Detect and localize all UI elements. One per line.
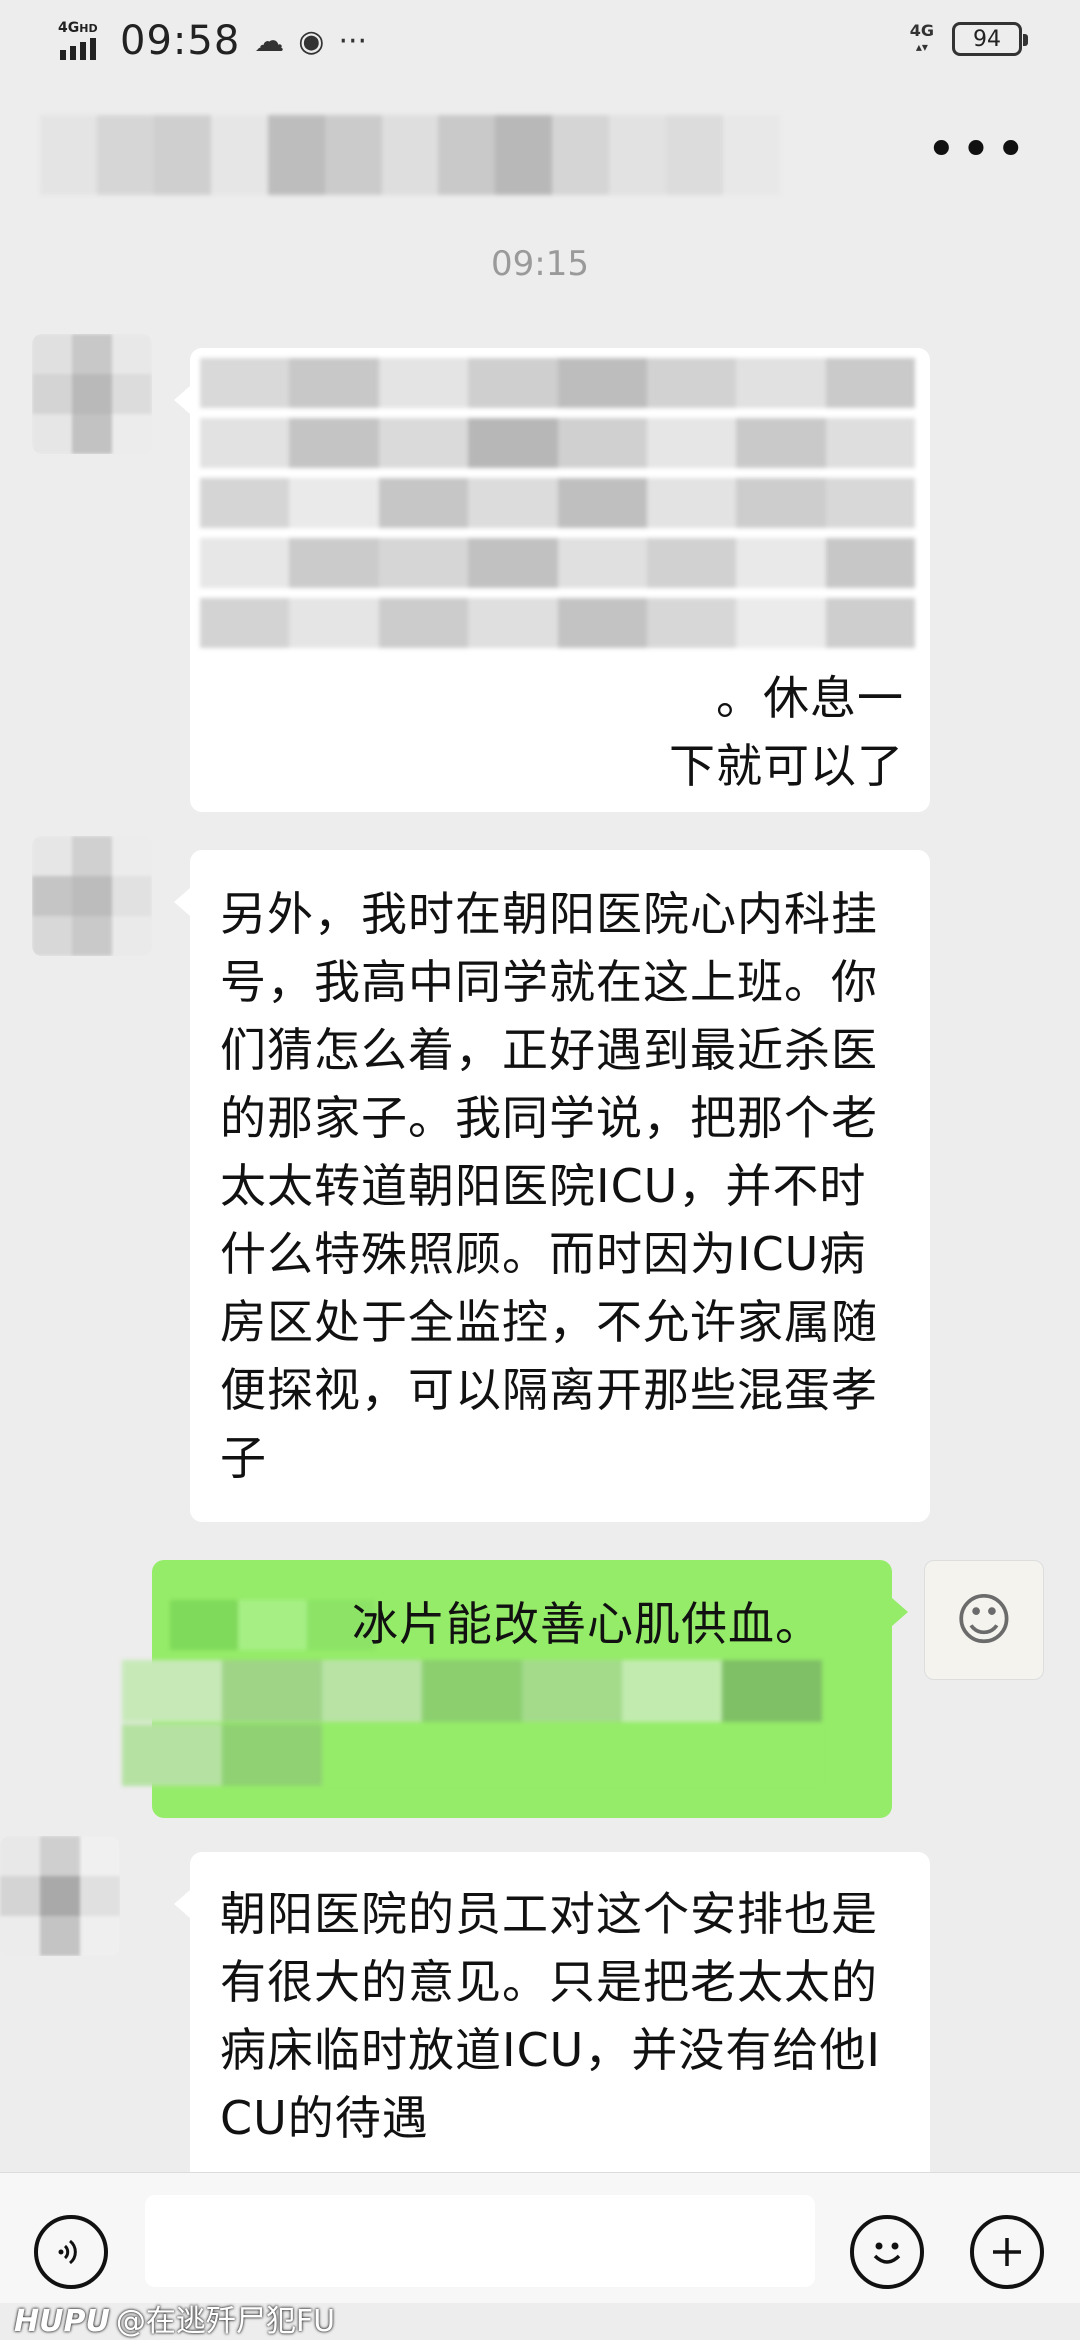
message-text: 冰片能改善心肌供血。 [352, 1597, 822, 1651]
plus-icon[interactable] [970, 2215, 1044, 2289]
network-type-label: 4GHD [58, 20, 98, 36]
message-bubble-sent[interactable]: 冰片能改善心肌供血。 [122, 1560, 908, 1818]
watermark: HUPU @在逃歼尸犯FU [14, 2296, 335, 2340]
cloud-icon: ☁ [254, 23, 285, 59]
emoji-icon[interactable] [850, 2215, 924, 2289]
status-bar-left: 4GHD 09:58 ☁ ◉ ··· [58, 18, 367, 64]
chat-header: ••• [0, 90, 1080, 230]
self-avatar[interactable]: ☺ [924, 1560, 1044, 1680]
more-options-icon[interactable]: ••• [926, 124, 1030, 176]
sketch-avatar-icon: ☺ [954, 1587, 1014, 1653]
watermark-handle: @在逃歼尸犯FU [115, 2304, 336, 2339]
redacted-text-block [200, 358, 915, 658]
signal-icon: 4GHD [58, 20, 106, 62]
mobile-data-icon: 4G ▴▾ [909, 21, 934, 55]
message-input[interactable] [145, 2195, 815, 2287]
contact-name-redacted [40, 115, 780, 195]
voice-icon[interactable] [34, 2215, 108, 2289]
more-notifications-icon: ··· [338, 23, 368, 59]
message-text: 朝阳医院的员工对这个安排也是有很大的意见。只是把老太太的病床临时放道ICU，并没… [220, 1887, 881, 2145]
contact-avatar[interactable] [32, 836, 152, 956]
chat-input-bar [0, 2172, 1080, 2303]
redacted-text-block [170, 1600, 375, 1650]
status-bar-right: 4G ▴▾ 94 [909, 21, 1028, 56]
message-bubble[interactable]: 另外，我时在朝阳医院心内科挂号，我高中同学就在这上班。你们猜怎么着，正好遇到最近… [174, 850, 930, 1522]
message-bubble[interactable]: 。休息一 下就可以了 [174, 348, 930, 812]
chat-timestamp: 09:15 [491, 244, 589, 284]
status-bar: 4GHD 09:58 ☁ ◉ ··· 4G ▴▾ 94 [0, 0, 1080, 90]
status-time: 09:58 [120, 18, 241, 64]
message-bubble[interactable]: 朝阳医院的员工对这个安排也是有很大的意见。只是把老太太的病床临时放道ICU，并没… [174, 1852, 930, 2172]
battery-icon: 94 [952, 22, 1028, 56]
redacted-text-block [122, 1660, 822, 1788]
contact-avatar[interactable] [0, 1836, 120, 1956]
contact-avatar[interactable] [32, 334, 152, 454]
weibo-icon: ◉ [298, 23, 325, 59]
message-text: 另外，我时在朝阳医院心内科挂号，我高中同学就在这上班。你们猜怎么着，正好遇到最近… [220, 887, 878, 1485]
battery-level: 94 [973, 26, 1001, 52]
message-text: 。休息一 下就可以了 [669, 671, 904, 793]
watermark-brand: HUPU [14, 2304, 110, 2339]
